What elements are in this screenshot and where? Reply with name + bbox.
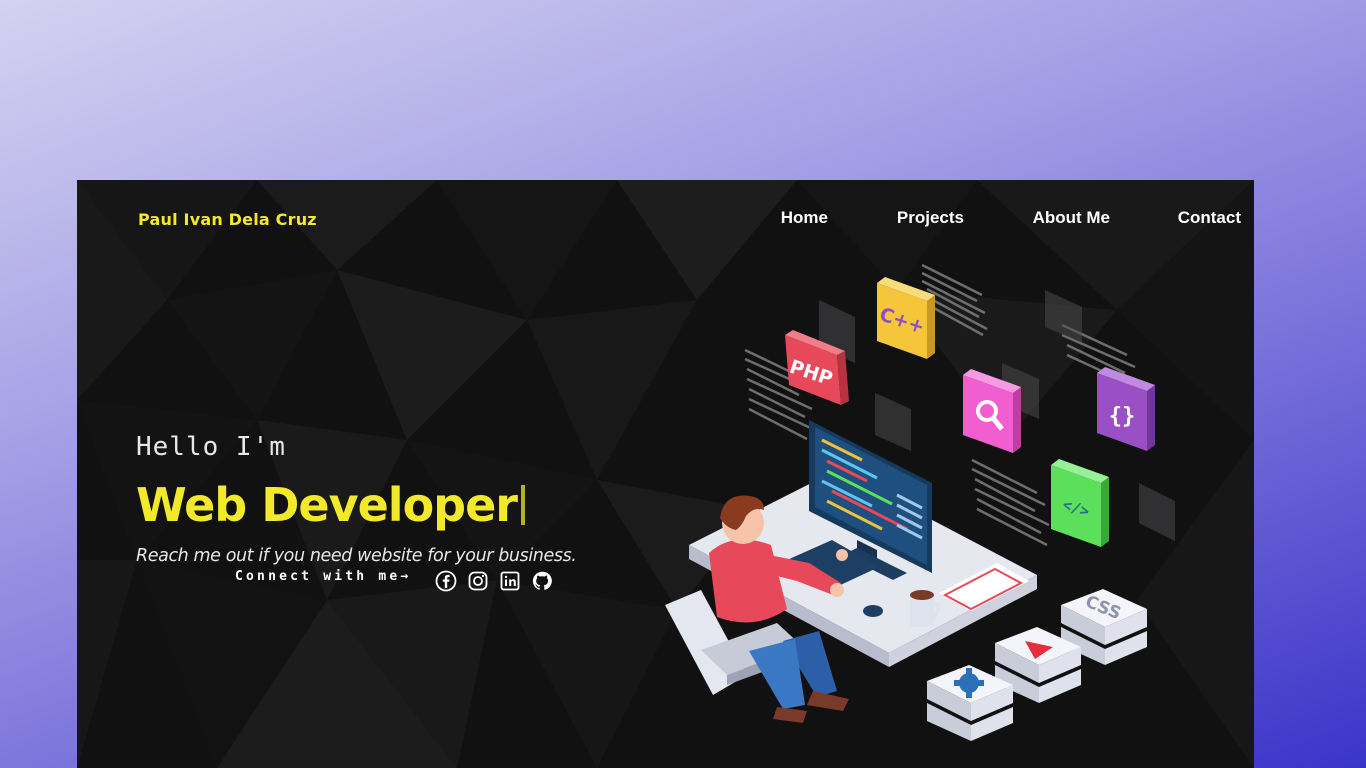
braces-label: {} [1109, 404, 1136, 429]
connect-label: Connect with me→ [235, 569, 412, 584]
role-text: Web Developer [136, 478, 518, 532]
mouse [863, 605, 883, 617]
developer-illustration: PHP C++ {} </> CSS [665, 263, 1175, 741]
greeting-text: Hello I'm [136, 432, 286, 462]
facebook-icon[interactable] [435, 570, 457, 592]
portfolio-page: Paul Ivan Dela Cruz Home Projects About … [77, 180, 1254, 768]
typing-cursor [521, 485, 525, 525]
cpp-tile: C++ [877, 277, 935, 359]
role-heading: Web Developer [136, 478, 525, 532]
nav-contact[interactable]: Contact [1178, 208, 1241, 228]
github-icon[interactable] [531, 570, 553, 592]
tagline-text: Reach me out if you need website for you… [136, 546, 577, 566]
nav-projects[interactable]: Projects [897, 208, 964, 228]
braces-tile: {} [1097, 367, 1155, 451]
code-tag-tile: </> [1051, 459, 1109, 547]
nav-home[interactable]: Home [781, 208, 828, 228]
linkedin-icon[interactable] [499, 570, 521, 592]
nav-about-me[interactable]: About Me [1033, 208, 1110, 228]
instagram-icon[interactable] [467, 570, 489, 592]
site-logo[interactable]: Paul Ivan Dela Cruz [138, 210, 317, 229]
